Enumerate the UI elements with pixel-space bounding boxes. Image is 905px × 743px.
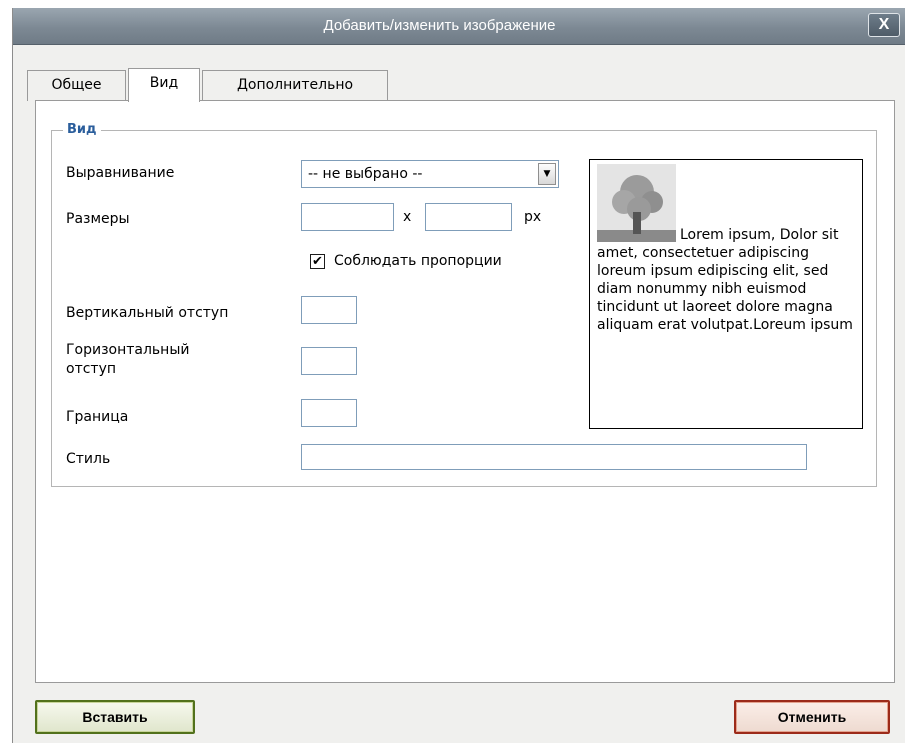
align-select[interactable]: -- не выбрано -- ▼ (301, 160, 559, 188)
dimensions-unit: px (524, 209, 542, 225)
dimensions-label: Размеры (66, 211, 130, 227)
constrain-label: Соблюдать пропорции (334, 253, 502, 269)
hspace-input[interactable] (301, 347, 357, 375)
align-select-value: -- не выбрано -- (308, 166, 423, 182)
tab-panel-appearance: Вид Выравнивание -- не выбрано -- ▼ Разм… (35, 100, 895, 683)
style-label: Стиль (66, 451, 111, 467)
height-input[interactable] (425, 203, 512, 231)
close-icon: X (878, 16, 890, 33)
dialog-titlebar[interactable]: Добавить/изменить изображение X (13, 8, 905, 45)
tab-general[interactable]: Общее (27, 70, 126, 101)
cancel-button[interactable]: Отменить (734, 700, 890, 734)
chevron-down-icon[interactable]: ▼ (538, 163, 556, 185)
insert-button[interactable]: Вставить (35, 700, 195, 734)
hspace-label-line2: отступ (66, 361, 117, 377)
tab-advanced[interactable]: Дополнительно (202, 70, 388, 101)
image-preview: Lorem ipsum, Dolor sit amet, consectetue… (589, 159, 863, 429)
dimensions-separator: x (403, 209, 412, 225)
fieldset-legend: Вид (63, 121, 101, 139)
border-input[interactable] (301, 399, 357, 427)
style-input[interactable] (301, 444, 807, 470)
image-dialog: Добавить/изменить изображение X Общее Ви… (12, 8, 905, 743)
close-button[interactable]: X (868, 13, 900, 37)
width-input[interactable] (301, 203, 394, 231)
align-label: Выравнивание (66, 165, 175, 181)
border-label: Граница (66, 409, 129, 425)
check-icon: ✔ (312, 254, 323, 269)
appearance-fieldset: Вид Выравнивание -- не выбрано -- ▼ Разм… (51, 121, 877, 487)
vspace-input[interactable] (301, 296, 357, 324)
tree-image-icon (597, 164, 676, 242)
vspace-label: Вертикальный отступ (66, 305, 229, 321)
hspace-label-line1: Горизонтальный (66, 342, 190, 358)
dialog-title: Добавить/изменить изображение (323, 17, 556, 34)
constrain-checkbox[interactable]: ✔ (310, 254, 325, 269)
tab-appearance[interactable]: Вид (128, 68, 200, 102)
